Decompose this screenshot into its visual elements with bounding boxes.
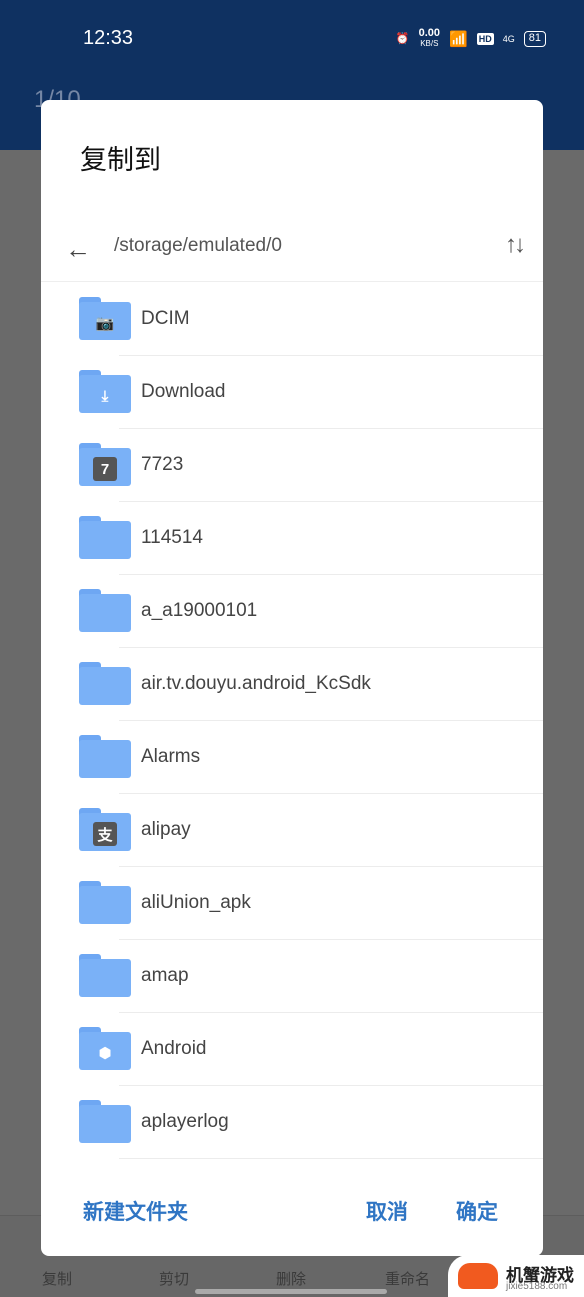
app-7723-folder-icon: 7 [79, 443, 131, 486]
wifi-icon: 📶 [449, 30, 468, 48]
folder-name: a_a19000101 [141, 600, 258, 621]
folder-row[interactable]: 📷 DCIM [41, 283, 543, 356]
copy-action: 复制 [42, 1271, 73, 1288]
alipay-folder-icon: 支 [79, 808, 131, 851]
back-arrow-icon[interactable]: ← [65, 234, 91, 265]
battery-icon: 81 [523, 30, 546, 47]
folder-row[interactable]: aplayerlog [41, 1086, 543, 1159]
folder-row[interactable]: 支 alipay [41, 794, 543, 867]
path-bar: ← /storage/emulated/0 ↑↓ [41, 218, 543, 282]
folder-row[interactable]: amap [41, 940, 543, 1013]
folder-icon [79, 954, 131, 997]
status-icons: ⏰ 0.00 KB/S 📶 HD 4G 81 [396, 28, 546, 49]
folder-name: Alarms [141, 746, 201, 767]
folder-name: 7723 [141, 454, 184, 475]
watermark-logo [458, 1263, 498, 1289]
watermark: 机蟹游戏 jixie5188.com [448, 1255, 584, 1297]
folder-name: DCIM [141, 308, 190, 329]
folder-icon [79, 881, 131, 924]
status-time: 12:33 [83, 27, 134, 49]
current-path: /storage/emulated/0 [114, 235, 282, 256]
cancel-button[interactable]: 取消 [366, 1196, 408, 1226]
folder-list[interactable]: 📷 DCIM ⤓ Download 7 7723 114514 a_a19000101 air.… [41, 283, 543, 1159]
folder-row[interactable]: ⬢ Android [41, 1013, 543, 1086]
cut-action: 剪切 [159, 1271, 190, 1288]
folder-icon [79, 735, 131, 778]
folder-name: aliUnion_apk [141, 892, 251, 913]
folder-name: amap [141, 965, 189, 986]
folder-name: aplayerlog [141, 1111, 229, 1132]
folder-icon [79, 662, 131, 705]
home-indicator[interactable] [195, 1289, 387, 1294]
hd-badge: HD [476, 32, 494, 45]
rename-action: 重命名 [385, 1271, 431, 1288]
sort-icon[interactable]: ↑↓ [505, 231, 526, 259]
folder-icon [79, 589, 131, 632]
folder-name: Download [141, 381, 226, 402]
folder-name: air.tv.douyu.android_KcSdk [141, 673, 371, 694]
download-folder-icon: ⤓ [79, 370, 131, 413]
android-settings-folder-icon: ⬢ [79, 1027, 131, 1070]
folder-row[interactable]: 7 7723 [41, 429, 543, 502]
folder-name: alipay [141, 819, 191, 840]
delete-action: 删除 [276, 1271, 307, 1288]
folder-row[interactable]: ⤓ Download [41, 356, 543, 429]
folder-name: Android [141, 1038, 207, 1059]
folder-row[interactable]: a_a19000101 [41, 575, 543, 648]
net-speed-value: 0.00 [418, 27, 441, 39]
confirm-button[interactable]: 确定 [456, 1196, 498, 1226]
folder-row[interactable]: aliUnion_apk [41, 867, 543, 940]
copy-to-dialog: 复制到 ← /storage/emulated/0 ↑↓ 📷 DCIM ⤓ Downl… [41, 100, 543, 1256]
signal-icon: 4G [502, 33, 515, 44]
folder-icon [79, 1100, 131, 1143]
alarm-icon: ⏰ [395, 33, 410, 45]
folder-name: 114514 [141, 527, 203, 548]
folder-row[interactable]: 114514 [41, 502, 543, 575]
new-folder-button[interactable]: 新建文件夹 [83, 1196, 188, 1226]
folder-row[interactable]: air.tv.douyu.android_KcSdk [41, 648, 543, 721]
folder-row[interactable]: Alarms [41, 721, 543, 794]
net-speed-unit: KB/S [420, 39, 439, 48]
watermark-url: jixie5188.com [506, 1281, 568, 1292]
net-speed: 0.00 KB/S [419, 28, 440, 49]
camera-folder-icon: 📷 [79, 297, 131, 340]
dialog-title: 复制到 [80, 145, 161, 175]
folder-icon [79, 516, 131, 559]
